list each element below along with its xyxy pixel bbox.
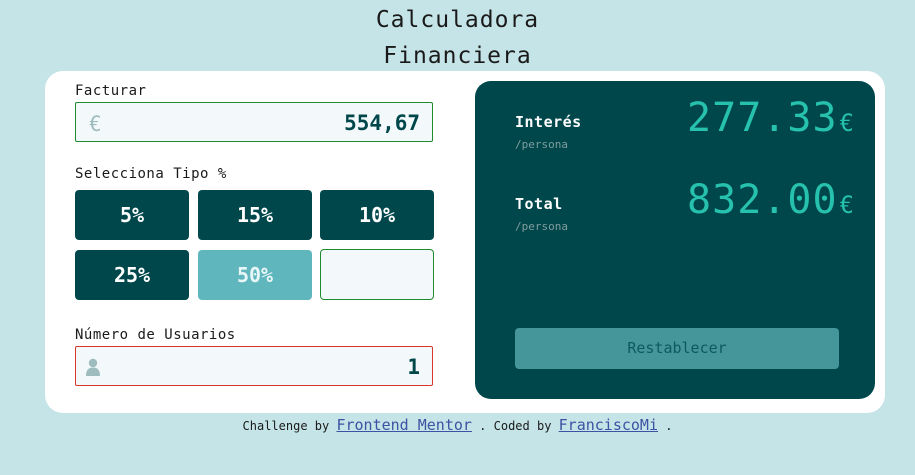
footer-coded-text: . Coded by	[479, 419, 552, 433]
total-amount: 832.00€	[687, 177, 855, 223]
bill-value: 554,67	[344, 111, 420, 135]
interest-amount: 277.33€	[687, 95, 855, 141]
person-icon	[86, 358, 100, 376]
tip-button-50[interactable]: 50%	[198, 250, 312, 300]
interest-per-person: /persona	[515, 138, 568, 151]
frontend-mentor-link[interactable]: Frontend Mentor	[336, 416, 471, 434]
people-label: Número de Usuarios	[75, 327, 236, 343]
attribution-footer: Challenge by Frontend Mentor . Coded by …	[0, 416, 915, 434]
bill-label: Facturar	[75, 83, 147, 99]
footer-end: .	[665, 419, 673, 433]
results-panel: Interés /persona 277.33€ Total /persona …	[475, 81, 875, 399]
calculator-card: Facturar € 554,67 Selecciona Tipo % 5% 1…	[45, 71, 885, 413]
app-title-line2: Financiera	[383, 43, 532, 69]
footer-challenge-text: Challenge by	[242, 419, 330, 433]
people-input[interactable]: 1	[75, 346, 433, 386]
interest-currency: €	[839, 109, 855, 137]
bill-input[interactable]: € 554,67	[75, 102, 433, 142]
author-link[interactable]: FranciscoMi	[559, 416, 658, 434]
app-title-line1: Calculadora	[375, 7, 540, 33]
euro-icon: €	[89, 112, 102, 136]
tip-button-10[interactable]: 10%	[320, 190, 434, 240]
people-value: 1	[407, 355, 420, 379]
interest-label: Interés	[515, 113, 582, 131]
total-label: Total	[515, 195, 563, 213]
tip-button-25[interactable]: 25%	[75, 250, 189, 300]
total-amount-value: 832.00	[687, 177, 838, 223]
tip-button-15[interactable]: 15%	[198, 190, 312, 240]
total-per-person: /persona	[515, 220, 568, 233]
tip-custom-input[interactable]	[320, 249, 434, 300]
app-title: Calculadora Financiera	[0, 2, 915, 74]
total-currency: €	[839, 191, 855, 219]
interest-amount-value: 277.33	[687, 95, 838, 141]
reset-button[interactable]: Restablecer	[515, 328, 839, 369]
tip-label: Selecciona Tipo %	[75, 166, 227, 182]
tip-button-5[interactable]: 5%	[75, 190, 189, 240]
